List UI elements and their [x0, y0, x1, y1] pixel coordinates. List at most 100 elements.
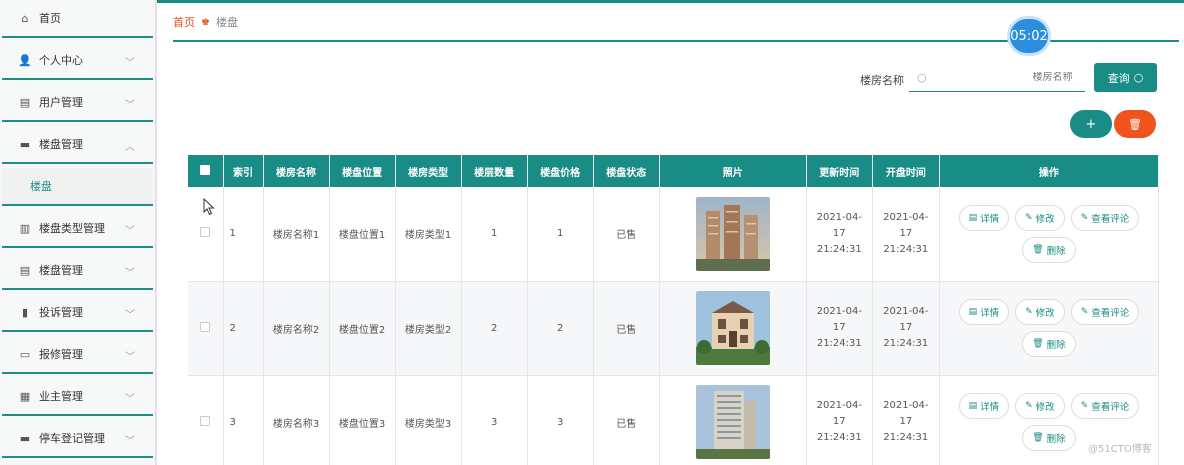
query-button[interactable]: 查询 ○	[1094, 63, 1157, 92]
clipboard-icon: ▤	[19, 95, 31, 109]
cell-status: 已售	[593, 281, 660, 376]
view-comments-label: 查看评论	[1091, 213, 1130, 225]
data-table: 索引 楼房名称 楼盘位置 楼房类型 楼层数量 楼盘价格 楼盘状态 照片 更新时间 开盘时间 操作 1…	[188, 155, 1160, 465]
datetime-text: 2021-04-17 21:24:31	[816, 400, 862, 443]
query-button-label: 查询	[1107, 71, 1130, 85]
cell-photo	[659, 281, 807, 376]
breadcrumb-home[interactable]: 首页	[173, 14, 195, 30]
datetime-text: 2021-04-17 21:24:31	[883, 306, 929, 349]
delete-button[interactable]: 🗑 删除	[1022, 236, 1076, 263]
document-icon: ▤	[968, 401, 978, 411]
edit-button[interactable]: ✎ 修改	[1015, 299, 1065, 325]
chevron-icon: ﹀	[125, 436, 135, 447]
view-comments-label: 查看评论	[1091, 308, 1130, 319]
top-accent-bar	[0, 0, 1184, 3]
sidebar-subitem-building[interactable]: 楼盘	[2, 168, 153, 206]
detail-label: 详情	[980, 308, 1000, 319]
sidebar-item[interactable]: ▮ 投诉管理 ﹀	[2, 294, 153, 332]
datetime-text: 2021-04-17 21:24:31	[816, 211, 862, 255]
edit-label: 修改	[1035, 308, 1055, 319]
pencil-icon: ✎	[1080, 401, 1089, 411]
detail-label: 详情	[980, 402, 1000, 413]
cell-index: 1	[223, 187, 264, 282]
sidebar: ⌂ 首页 👤 个人中心 ﹀ ▤ 用户管理 ﹀ ▬ 楼盘管理 ︿ 楼盘 ▥ 楼盘类型管理 ﹀ ▤ 楼盘管理 ﹀ ▮ 投诉…	[0, 0, 157, 465]
column-header: 楼盘位置	[329, 155, 396, 187]
detail-label: 详情	[980, 213, 1000, 225]
cell-status: 已售	[593, 187, 660, 282]
column-header: 更新时间	[806, 155, 873, 187]
cell-price: 3	[527, 375, 594, 465]
cell-type: 楼房类型2	[395, 281, 462, 376]
delete-button[interactable]: 🗑 删除	[1022, 331, 1076, 357]
sidebar-item[interactable]: ▤ 楼盘管理 ﹀	[2, 252, 153, 290]
batch-delete-button[interactable]: 🗑	[1114, 110, 1156, 138]
pencil-icon: ✎	[1080, 212, 1089, 223]
sidebar-item-label: 楼盘类型管理	[39, 222, 105, 235]
building-photo[interactable]	[695, 196, 770, 271]
detail-button[interactable]: ▤ 详情	[958, 393, 1010, 419]
chevron-icon: ﹀	[125, 268, 135, 279]
search-field[interactable]: ○	[909, 64, 1085, 92]
mouse-cursor-icon	[203, 198, 215, 216]
sidebar-item-label: 个人中心	[39, 54, 83, 67]
cell-photo	[659, 187, 807, 282]
cell-location: 楼盘位置3	[329, 375, 396, 465]
sidebar-item[interactable]: ▤ 用户管理 ﹀	[2, 84, 153, 122]
cell-location: 楼盘位置2	[329, 281, 396, 376]
row-checkbox[interactable]	[200, 321, 211, 332]
timer-badge[interactable]: 05:02	[1007, 16, 1051, 56]
chevron-icon: ﹀	[125, 310, 135, 321]
view-comments-button[interactable]: ✎ 查看评论	[1070, 204, 1140, 231]
row-select-cell	[188, 281, 224, 376]
edit-button[interactable]: ✎ 修改	[1015, 204, 1065, 231]
table-row: 3 楼房名称3 楼盘位置3 楼房类型3 3 3 已售 2021-04-17 21:24:31 2…	[188, 375, 1160, 465]
edit-label: 修改	[1035, 213, 1055, 225]
row-checkbox[interactable]	[200, 227, 211, 238]
cell-actions: ▤ 详情 ✎ 修改 ✎ 查看评论 🗑 删除	[939, 187, 1160, 282]
row-actions: ▤ 详情 ✎ 修改 ✎ 查看评论 🗑 删除	[940, 204, 1158, 263]
sidebar-item[interactable]: ▦ 业主管理 ﹀	[2, 378, 153, 416]
cell-floors: 1	[461, 187, 528, 282]
delete-button[interactable]: 🗑 删除	[1022, 425, 1076, 451]
column-header: 楼盘状态	[593, 155, 660, 187]
view-comments-label: 查看评论	[1091, 402, 1130, 413]
chevron-icon: ﹀	[125, 394, 135, 405]
select-all-header[interactable]	[188, 155, 224, 187]
add-button[interactable]: +	[1070, 110, 1112, 138]
view-comments-button[interactable]: ✎ 查看评论	[1070, 393, 1140, 419]
sidebar-item-label: 楼盘管理	[39, 138, 83, 151]
sidebar-item[interactable]: ▬ 停车登记管理 ﹀	[2, 420, 153, 458]
cell-name: 楼房名称3	[263, 375, 330, 465]
cell-update-time: 2021-04-17 21:24:31	[806, 375, 873, 465]
car-icon: ▬	[19, 431, 31, 445]
search-input[interactable]	[926, 72, 1073, 83]
cell-type: 楼房类型3	[395, 375, 462, 465]
building-photo[interactable]	[695, 291, 770, 365]
edit-button[interactable]: ✎ 修改	[1015, 393, 1065, 419]
sidebar-item[interactable]: ▥ 楼盘类型管理 ﹀	[2, 210, 153, 248]
sidebar-item[interactable]: ⌂ 首页	[2, 0, 153, 38]
stats-icon: ▮	[21, 305, 29, 319]
detail-button[interactable]: ▤ 详情	[958, 299, 1010, 325]
sidebar-item[interactable]: 👤 个人中心 ﹀	[2, 42, 153, 80]
cell-update-time: 2021-04-17 21:24:31	[806, 187, 873, 282]
building-photo[interactable]	[695, 385, 770, 459]
watermark: @51CTO博客	[1088, 444, 1152, 455]
sidebar-item[interactable]: ▭ 报修管理 ﹀	[2, 336, 153, 374]
view-comments-button[interactable]: ✎ 查看评论	[1070, 299, 1140, 325]
column-header: 楼房名称	[263, 155, 330, 187]
select-all-checkbox[interactable]	[200, 164, 211, 175]
sidebar-item-label: 投诉管理	[39, 306, 83, 319]
datetime-text: 2021-04-17 21:24:31	[883, 400, 929, 443]
cell-index: 2	[223, 281, 264, 376]
row-checkbox[interactable]	[200, 415, 211, 426]
table-header-row: 索引 楼房名称 楼盘位置 楼房类型 楼层数量 楼盘价格 楼盘状态 照片 更新时间 开盘时间 操作	[188, 155, 1160, 187]
trash-icon: 🗑	[1032, 339, 1044, 349]
breadcrumb-separator-icon: ♚	[201, 16, 210, 28]
detail-button[interactable]: ▤ 详情	[958, 204, 1010, 231]
cell-index: 3	[223, 375, 264, 465]
column-header: 楼层数量	[461, 155, 528, 187]
sidebar-item-label: 首页	[39, 12, 61, 25]
breadcrumb-current: 楼盘	[215, 16, 238, 29]
sidebar-item[interactable]: ▬ 楼盘管理 ︿	[2, 126, 153, 164]
